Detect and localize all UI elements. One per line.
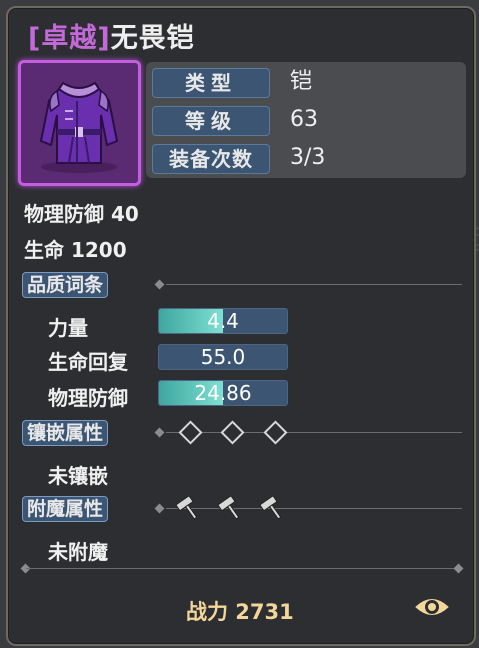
purple-robe-armor-icon xyxy=(39,81,119,173)
inlay-section-label: 镶嵌属性 xyxy=(22,420,109,446)
gem-slot-icon[interactable] xyxy=(220,420,245,445)
base-stat-physical-defense: 物理防御 40 xyxy=(24,198,139,227)
hammer-icon[interactable] xyxy=(174,494,204,522)
quality-attr-value: 24.86 xyxy=(194,381,252,405)
hammer-icon[interactable] xyxy=(258,494,288,522)
base-stat-name: 物理防御 xyxy=(24,202,104,226)
item-info-box: 类型 铠 等级 63 装备次数 3/3 xyxy=(146,62,466,178)
quality-attr-value: 55.0 xyxy=(200,345,246,369)
hammer-icon[interactable] xyxy=(216,494,246,522)
enchant-empty-text: 未附魔 xyxy=(48,540,108,564)
gem-slot-icon[interactable] xyxy=(178,420,203,445)
gem-slot-icon[interactable] xyxy=(263,420,288,445)
info-key-type: 类型 xyxy=(152,68,270,98)
inlay-empty-text: 未镶嵌 xyxy=(48,464,108,488)
section-divider xyxy=(166,284,462,285)
quality-section-label: 品质词条 xyxy=(22,272,109,298)
enchant-section-label: 附魔属性 xyxy=(22,496,109,522)
base-stat-value: 1200 xyxy=(70,238,127,262)
quality-attr-value: 4.4 xyxy=(207,309,239,333)
divider-diamond-icon xyxy=(154,503,165,514)
base-stat-value: 40 xyxy=(110,202,139,226)
base-stat-health: 生命 1200 xyxy=(24,234,127,263)
divider-diamond-icon xyxy=(154,279,165,290)
eye-icon[interactable] xyxy=(414,594,450,620)
base-stat-name: 生命 xyxy=(24,238,64,262)
quality-attr-label: 力量 xyxy=(48,316,88,340)
item-tier: [卓越] xyxy=(28,23,111,54)
enchant-section-header: 附魔属性 xyxy=(22,494,462,522)
item-name: 无畏铠 xyxy=(110,23,195,54)
item-title: [卓越]无畏铠 xyxy=(28,16,195,55)
quality-attr-label: 生命回复 xyxy=(48,350,128,374)
combat-power: 战力 2731 xyxy=(186,600,294,624)
quality-attr-bar: 4.4 xyxy=(158,308,288,334)
quality-attr-bar: 24.86 xyxy=(158,380,288,406)
section-divider xyxy=(166,508,462,509)
quality-attr-bar: 55.0 xyxy=(158,344,288,370)
inlay-section-header: 镶嵌属性 xyxy=(22,420,462,446)
info-value-level: 63 xyxy=(290,107,318,132)
info-row-type: 类型 铠 xyxy=(152,68,452,98)
info-value-equip-count: 3/3 xyxy=(290,145,326,170)
divider-diamond-icon xyxy=(154,427,165,438)
quality-section-header: 品质词条 xyxy=(22,272,462,298)
info-value-type: 铠 xyxy=(290,69,313,94)
section-divider xyxy=(166,432,462,433)
info-key-equip-count: 装备次数 xyxy=(152,144,270,174)
info-row-level: 等级 63 xyxy=(152,106,452,136)
footer-divider xyxy=(26,568,460,569)
info-row-equip-count: 装备次数 3/3 xyxy=(152,144,452,174)
quality-attr-label: 物理防御 xyxy=(48,386,128,410)
item-icon-frame[interactable] xyxy=(18,60,141,186)
info-key-level: 等级 xyxy=(152,106,270,136)
